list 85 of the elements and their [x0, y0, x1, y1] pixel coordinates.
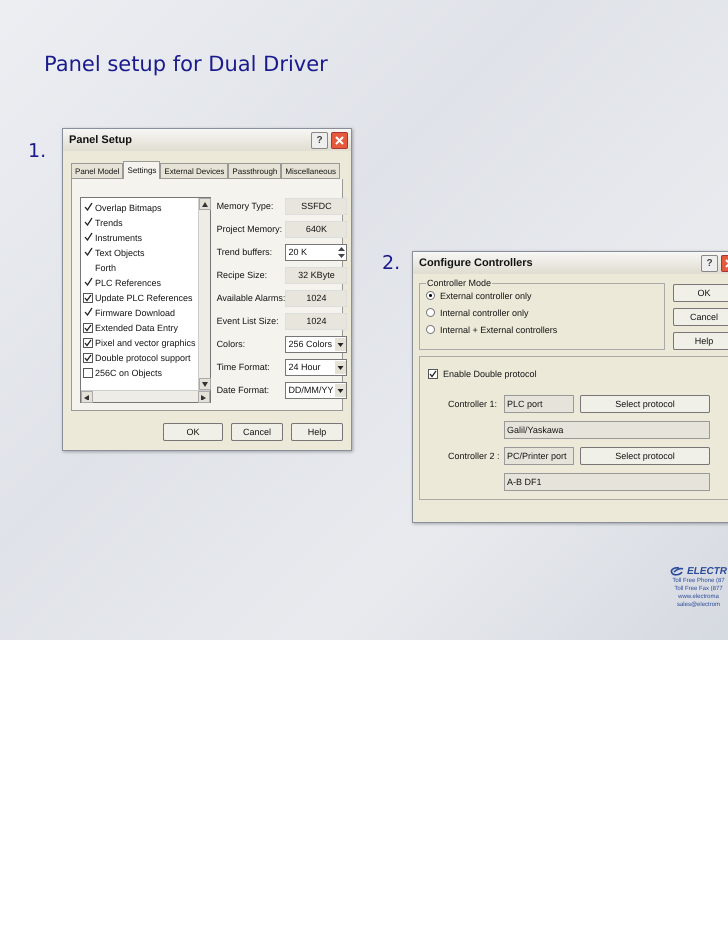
checkbox[interactable]: [83, 292, 93, 302]
tab[interactable]: External Devices: [160, 163, 228, 179]
property-label: Event List Size:: [216, 316, 279, 326]
port-field: PLC port: [504, 395, 574, 413]
caret-icon: [335, 360, 346, 374]
arrow-icon: [84, 394, 90, 400]
arrow-icon: [202, 202, 208, 206]
dropdown[interactable]: 256 Colors: [285, 336, 348, 353]
checkbox[interactable]: [83, 322, 93, 332]
dialog-button[interactable]: Cancel: [231, 423, 283, 441]
port-field: PC/Printer port: [504, 447, 574, 465]
brand-name: ELECTR: [687, 566, 727, 577]
group-title: Controller Mode: [426, 278, 492, 288]
feature-label: Forth: [95, 262, 116, 272]
select-protocol-button[interactable]: Select protocol: [580, 395, 710, 413]
dialog-button[interactable]: Cancel: [673, 308, 728, 326]
property-label: Recipe Size:: [216, 270, 268, 280]
property-label: Trend buffers:: [216, 247, 272, 258]
checkbox[interactable]: [83, 338, 93, 348]
window-title: Panel Setup: [69, 134, 133, 146]
radio-option[interactable]: Internal + External controllers: [426, 322, 658, 337]
dialog-button[interactable]: Help: [673, 332, 728, 350]
slide-title: Panel setup for Dual Driver: [44, 52, 328, 76]
controller-label: Controller 1:: [448, 399, 498, 409]
help-button[interactable]: ?: [701, 254, 718, 272]
feature-label: Pixel and vector graphics: [95, 338, 196, 348]
feature-label: Firmware Download: [95, 308, 176, 318]
close-icon: [335, 136, 344, 144]
tab[interactable]: Settings: [123, 161, 160, 179]
scrollbar[interactable]: [81, 390, 210, 402]
spin-field[interactable]: 20 K: [285, 244, 348, 261]
feature-label: Instruments: [95, 232, 142, 242]
feature-label: Overlap Bitmaps: [95, 202, 162, 212]
protocol-field: A-B DF1: [504, 473, 710, 491]
checkbox[interactable]: [83, 352, 93, 362]
value-field: 32 KByte: [285, 266, 348, 284]
property-label: Date Format:: [216, 385, 270, 396]
tab[interactable]: Passthrough: [228, 163, 282, 179]
feature-label: Update PLC References: [95, 292, 193, 302]
logo-icon: [670, 567, 684, 576]
property-label: Colors:: [216, 339, 246, 350]
caret-icon: [335, 338, 346, 351]
spin-arrows-icon: [337, 246, 346, 259]
step-number: 2.: [382, 252, 400, 274]
help-button[interactable]: ?: [311, 132, 328, 148]
checkbox[interactable]: [83, 368, 93, 378]
property-label: Memory Type:: [216, 201, 274, 212]
feature-label: Trends: [95, 218, 123, 228]
dialog-button[interactable]: OK: [673, 284, 728, 302]
feature-label: Double protocol support: [95, 352, 191, 362]
value-field: 1024: [285, 312, 348, 330]
feature-label: PLC References: [95, 278, 162, 288]
tab[interactable]: Miscellaneous: [281, 163, 340, 179]
property-label: Available Alarms:: [216, 293, 286, 304]
close-button[interactable]: [331, 132, 348, 148]
dropdown[interactable]: DD/MM/YY: [285, 382, 348, 399]
caret-icon: [335, 384, 346, 397]
checkbox[interactable]: [428, 369, 438, 379]
step-number: 1.: [28, 140, 46, 162]
feature-label: 256C on Objects: [95, 368, 162, 378]
scrollbar[interactable]: [198, 198, 210, 390]
feature-label: Text Objects: [95, 248, 145, 258]
value-field: 1024: [285, 290, 348, 307]
dialog-button[interactable]: Help: [291, 423, 343, 441]
radio-option[interactable]: External controller only: [426, 288, 658, 303]
checkbox-label: Enable Double protocol: [443, 369, 537, 379]
tab[interactable]: Panel Model: [71, 163, 124, 179]
feature-label: Extended Data Entry: [95, 322, 178, 332]
dropdown[interactable]: 24 Hour: [285, 358, 348, 376]
protocol-field: Galil/Yaskawa: [504, 421, 710, 439]
property-label: Project Memory:: [216, 224, 282, 234]
value-field: 640K: [285, 220, 348, 238]
arrow-icon: [200, 394, 207, 400]
controller-label: Controller 2 :: [448, 451, 498, 461]
radio-option[interactable]: Internal controller only: [426, 305, 658, 320]
radio-button[interactable]: [426, 291, 435, 300]
value-field: SSFDC: [285, 198, 348, 215]
property-label: Time Format:: [216, 362, 270, 372]
radio-button[interactable]: [426, 308, 435, 317]
dialog-button[interactable]: OK: [163, 423, 223, 441]
window-title: Configure Controllers: [419, 257, 534, 269]
feature-list[interactable]: Overlap Bitmaps Trends Instruments Text Objects Forth PLC References Update PLC References Firmware Download Extended Data Entry Pixel and vector graphics Double protocol support 256C on Objects: [80, 197, 211, 403]
radio-button[interactable]: [426, 325, 435, 334]
arrow-icon: [202, 382, 208, 386]
select-protocol-button[interactable]: Select protocol: [580, 447, 710, 465]
